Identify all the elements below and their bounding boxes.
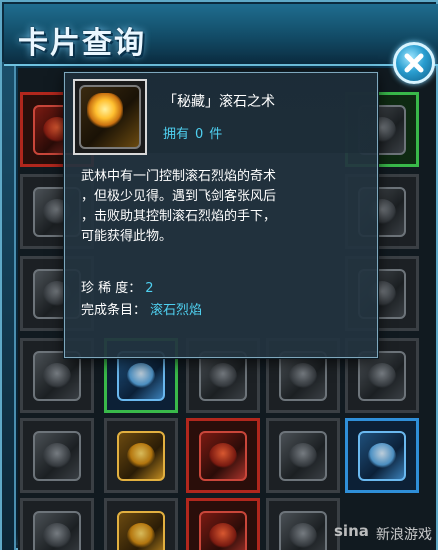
card-art xyxy=(199,511,247,550)
close-button[interactable] xyxy=(393,42,435,84)
sina-games-watermark: sina 新浪游戏 xyxy=(334,514,438,550)
selected-card-thumbnail xyxy=(73,79,147,155)
card-slot[interactable] xyxy=(20,498,94,550)
card-art xyxy=(199,351,247,401)
title-bar: 卡片查询 xyxy=(4,4,438,66)
description-line: ，但极少见得。遇到飞剑客张风后 xyxy=(81,189,277,204)
condition-row: 完成条目： 滚石烈焰 xyxy=(81,299,202,318)
card-art xyxy=(33,351,81,401)
card-slot[interactable] xyxy=(20,418,94,493)
item-name: 「秘藏」滚石之术 xyxy=(163,94,275,110)
watermark-text: 新浪游戏 xyxy=(376,527,432,543)
card-slot[interactable] xyxy=(186,418,260,493)
card-art xyxy=(33,431,81,481)
owned-count-row: 拥有 0 件 xyxy=(163,123,222,142)
card-art xyxy=(358,351,406,401)
card-art xyxy=(117,511,165,550)
close-icon xyxy=(404,53,424,73)
card-slot[interactable] xyxy=(104,418,178,493)
card-art xyxy=(279,351,327,401)
card-art xyxy=(117,431,165,481)
condition-value: 滚石烈焰 xyxy=(150,303,203,318)
owned-label: 拥有 xyxy=(163,127,190,142)
card-art xyxy=(279,431,327,481)
watermark-logo: sina xyxy=(334,522,369,540)
window-title: 卡片查询 xyxy=(18,26,146,61)
description-line: ，击败助其控制滚石烈焰的手下， xyxy=(81,209,277,224)
treasure-chest-icon xyxy=(87,93,123,129)
card-art xyxy=(199,431,247,481)
card-slot[interactable] xyxy=(266,498,340,550)
condition-label: 完成条目： xyxy=(81,303,147,318)
card-slot[interactable] xyxy=(104,498,178,550)
owned-unit: 件 xyxy=(209,127,223,142)
rarity-row: 珍 稀 度： 2 xyxy=(81,277,154,296)
owned-count: 0 xyxy=(195,127,204,142)
card-query-window: 卡片查询 「秘藏」滚石之术 拥有 0 件 武林中有一门控制滚石烈焰的奇术 ，但极… xyxy=(0,0,438,550)
rarity-value: 2 xyxy=(145,281,154,296)
card-art xyxy=(279,511,327,550)
card-detail-tooltip: 「秘藏」滚石之术 拥有 0 件 武林中有一门控制滚石烈焰的奇术 ，但极少见得。遇到飞… xyxy=(64,72,378,358)
card-slot[interactable] xyxy=(345,418,419,493)
card-slot[interactable] xyxy=(186,498,260,550)
description-line: 武林中有一门控制滚石烈焰的奇术 xyxy=(81,169,277,184)
description-line: 可能获得此物。 xyxy=(81,229,173,244)
item-description: 武林中有一门控制滚石烈焰的奇术 ，但极少见得。遇到飞剑客张风后 ，击败助其控制滚… xyxy=(81,167,371,247)
card-slot[interactable] xyxy=(266,418,340,493)
rarity-label: 珍 稀 度： xyxy=(81,281,142,296)
card-art xyxy=(358,431,406,481)
card-art xyxy=(117,351,165,401)
card-art xyxy=(33,511,81,550)
window-left-border xyxy=(2,62,16,550)
